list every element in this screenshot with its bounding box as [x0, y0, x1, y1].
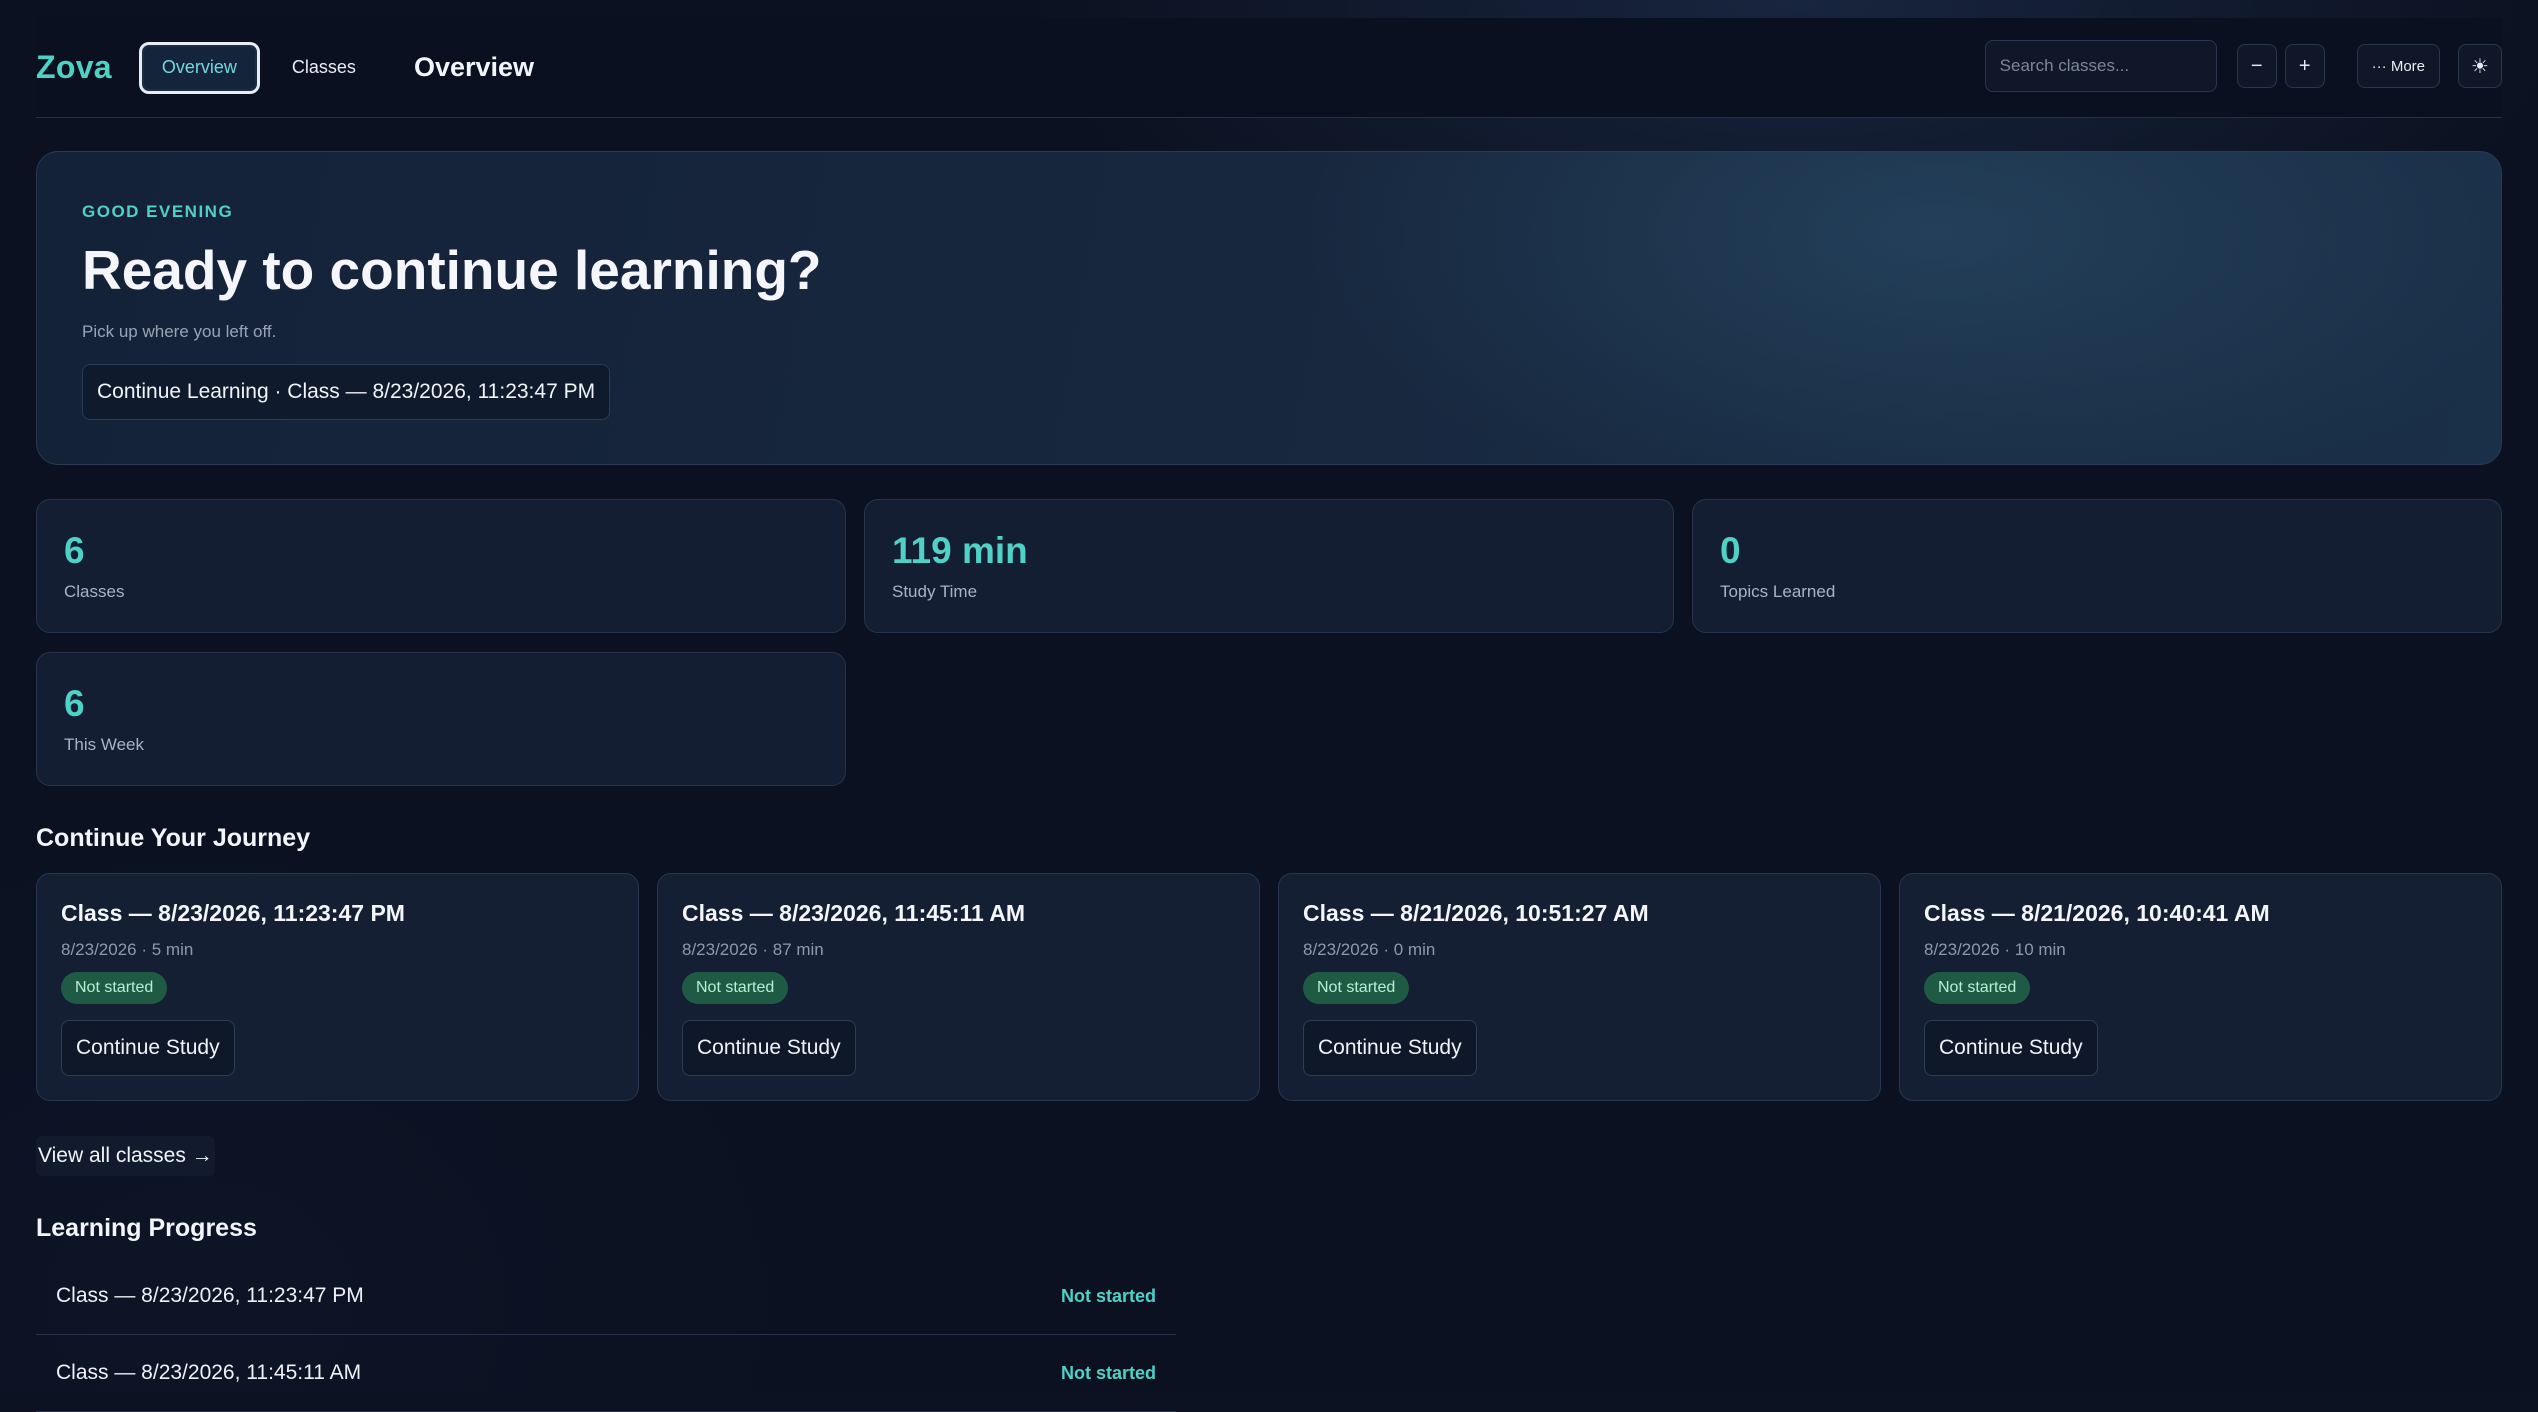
view-all-classes-link[interactable]: View all classes → [36, 1136, 215, 1176]
stat-value: 119 min [892, 530, 1028, 571]
sun-icon: ☀ [2471, 55, 2489, 78]
status-badge: Not started [61, 972, 168, 1004]
stat-value: 0 [1720, 530, 1741, 571]
class-card-meta: 8/23/2026 · 0 min [1303, 940, 1436, 959]
continue-study-button[interactable]: Continue Study [682, 1020, 856, 1076]
stat-card-study-time: 119 min Study Time [864, 499, 1674, 633]
journey-section-title: Continue Your Journey [36, 824, 311, 852]
search-input[interactable] [1984, 40, 2217, 92]
greeting-label: GOOD EVENING [82, 202, 234, 221]
class-card[interactable]: Class — 8/23/2026, 11:23:47 PM 8/23/2026… [36, 873, 639, 1101]
progress-list: Class — 8/23/2026, 11:23:47 PM Not start… [36, 1258, 1176, 1412]
zoom-out-button[interactable]: − [2236, 44, 2277, 88]
continue-study-button[interactable]: Continue Study [1924, 1020, 2098, 1076]
class-card-meta: 8/23/2026 · 10 min [1924, 940, 2066, 959]
status-badge: Not started [682, 972, 789, 1004]
hero-title: Ready to continue learning? [82, 239, 822, 301]
stat-label: Topics Learned [1720, 582, 1836, 601]
theme-toggle-button[interactable]: ☀ [2458, 44, 2502, 88]
class-card-title: Class — 8/23/2026, 11:45:11 AM [682, 900, 1026, 926]
header-actions: − + ··· More ☀ [1984, 40, 2502, 92]
brand-logo[interactable]: Zova [36, 49, 112, 86]
progress-section-title: Learning Progress [36, 1214, 257, 1242]
stat-label: Study Time [892, 582, 978, 601]
stat-label: Classes [64, 582, 125, 601]
progress-row[interactable]: Class — 8/23/2026, 11:23:47 PM Not start… [36, 1258, 1176, 1335]
progress-status: Not started [1060, 1285, 1156, 1306]
app-frame: Zova Overview Classes Overview − + ··· M… [36, 18, 2502, 1412]
stat-card-classes: 6 Classes [36, 499, 846, 633]
class-card-meta: 8/23/2026 · 5 min [61, 940, 194, 959]
stat-card-topics-learned: 0 Topics Learned [1692, 499, 2502, 633]
status-badge: Not started [1303, 972, 1410, 1004]
class-card-title: Class — 8/21/2026, 10:40:41 AM [1924, 900, 2270, 926]
class-card-title: Class — 8/21/2026, 10:51:27 AM [1303, 900, 1649, 926]
nav-classes-button[interactable]: Classes [270, 42, 378, 94]
class-card[interactable]: Class — 8/23/2026, 11:45:11 AM 8/23/2026… [657, 873, 1260, 1101]
top-bar: Zova Overview Classes Overview − + ··· M… [36, 18, 2502, 118]
progress-class-name: Class — 8/23/2026, 11:45:11 AM [56, 1361, 362, 1384]
stat-value: 6 [64, 683, 85, 724]
continue-study-button[interactable]: Continue Study [1303, 1020, 1477, 1076]
continue-study-button[interactable]: Continue Study [61, 1020, 235, 1076]
continue-learning-button[interactable]: Continue Learning · Class — 8/23/2026, 1… [82, 364, 611, 420]
status-badge: Not started [1924, 972, 2031, 1004]
class-card-meta: 8/23/2026 · 87 min [682, 940, 824, 959]
stat-label: This Week [64, 735, 144, 754]
class-card-title: Class — 8/23/2026, 11:23:47 PM [61, 900, 405, 926]
nav-overview-button[interactable]: Overview [138, 41, 260, 94]
progress-class-name: Class — 8/23/2026, 11:23:47 PM [56, 1284, 364, 1307]
progress-status: Not started [1060, 1362, 1156, 1383]
stat-card-this-week: 6 This Week [36, 652, 846, 786]
class-card[interactable]: Class — 8/21/2026, 10:51:27 AM 8/23/2026… [1278, 873, 1881, 1101]
hero-subtitle: Pick up where you left off. [82, 322, 277, 341]
stat-value: 6 [64, 530, 85, 571]
page-title: Overview [413, 52, 535, 82]
class-card[interactable]: Class — 8/21/2026, 10:40:41 AM 8/23/2026… [1899, 873, 2502, 1101]
progress-row[interactable]: Class — 8/23/2026, 11:45:11 AM Not start… [36, 1335, 1176, 1412]
more-menu-button[interactable]: ··· More [2356, 44, 2440, 88]
welcome-hero: GOOD EVENING Ready to continue learning?… [36, 151, 2502, 465]
zoom-in-button[interactable]: + [2284, 44, 2325, 88]
